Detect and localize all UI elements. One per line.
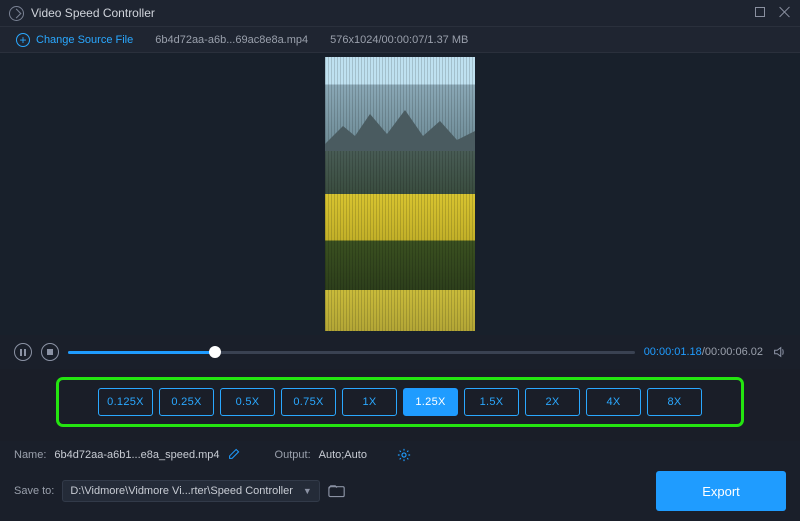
video-thumbnail bbox=[325, 57, 475, 331]
speed-1.25x-button[interactable]: 1.25X bbox=[403, 388, 458, 416]
chevron-down-icon: ▼ bbox=[303, 486, 312, 496]
output-settings-button[interactable] bbox=[397, 448, 411, 462]
current-time: 00:00:01.18 bbox=[644, 346, 702, 358]
speed-1.5x-button[interactable]: 1.5X bbox=[464, 388, 519, 416]
change-source-label: Change Source File bbox=[36, 34, 133, 46]
save-path-value: D:\Vidmore\Vidmore Vi...rter\Speed Contr… bbox=[70, 485, 293, 497]
app-logo-icon bbox=[9, 6, 24, 21]
window-maximize-button[interactable] bbox=[755, 7, 765, 20]
change-source-file-button[interactable]: + Change Source File bbox=[16, 33, 133, 47]
progress-slider[interactable] bbox=[68, 343, 635, 361]
output-name-value: 6b4d72aa-a6b1...e8a_speed.mp4 bbox=[54, 449, 219, 461]
export-label: Export bbox=[702, 484, 740, 499]
speed-options-group: 0.125X0.25X0.5X0.75X1X1.25X1.5X2X4X8X bbox=[56, 377, 744, 427]
progress-fill bbox=[68, 351, 215, 354]
save-to-label: Save to: bbox=[14, 485, 54, 497]
stop-button[interactable] bbox=[41, 343, 59, 361]
stop-icon bbox=[47, 349, 53, 355]
speed-4x-button[interactable]: 4X bbox=[586, 388, 641, 416]
pause-icon bbox=[20, 349, 26, 356]
save-path-dropdown[interactable]: D:\Vidmore\Vidmore Vi...rter\Speed Contr… bbox=[62, 480, 319, 502]
time-display: 00:00:01.18/00:00:06.02 bbox=[644, 346, 763, 358]
window-close-button[interactable] bbox=[779, 6, 791, 21]
video-preview-area bbox=[0, 53, 800, 335]
speed-0.75x-button[interactable]: 0.75X bbox=[281, 388, 336, 416]
pause-button[interactable] bbox=[14, 343, 32, 361]
window-title: Video Speed Controller bbox=[31, 6, 155, 20]
speed-0.25x-button[interactable]: 0.25X bbox=[159, 388, 214, 416]
output-format-value: Auto;Auto bbox=[319, 449, 389, 461]
open-folder-button[interactable] bbox=[328, 484, 346, 498]
progress-knob[interactable] bbox=[209, 346, 221, 358]
plus-circle-icon: + bbox=[16, 33, 30, 47]
export-button[interactable]: Export bbox=[656, 471, 786, 511]
source-file-name: 6b4d72aa-a6b...69ac8e8a.mp4 bbox=[155, 34, 308, 46]
output-label: Output: bbox=[275, 449, 311, 461]
source-file-meta: 576x1024/00:00:07/1.37 MB bbox=[330, 34, 468, 46]
name-label: Name: bbox=[14, 449, 46, 461]
volume-button[interactable] bbox=[772, 345, 786, 359]
edit-name-button[interactable] bbox=[228, 447, 241, 463]
speed-2x-button[interactable]: 2X bbox=[525, 388, 580, 416]
speed-8x-button[interactable]: 8X bbox=[647, 388, 702, 416]
speed-0.5x-button[interactable]: 0.5X bbox=[220, 388, 275, 416]
speed-1x-button[interactable]: 1X bbox=[342, 388, 397, 416]
speed-0.125x-button[interactable]: 0.125X bbox=[98, 388, 153, 416]
total-time: 00:00:06.02 bbox=[705, 346, 763, 358]
